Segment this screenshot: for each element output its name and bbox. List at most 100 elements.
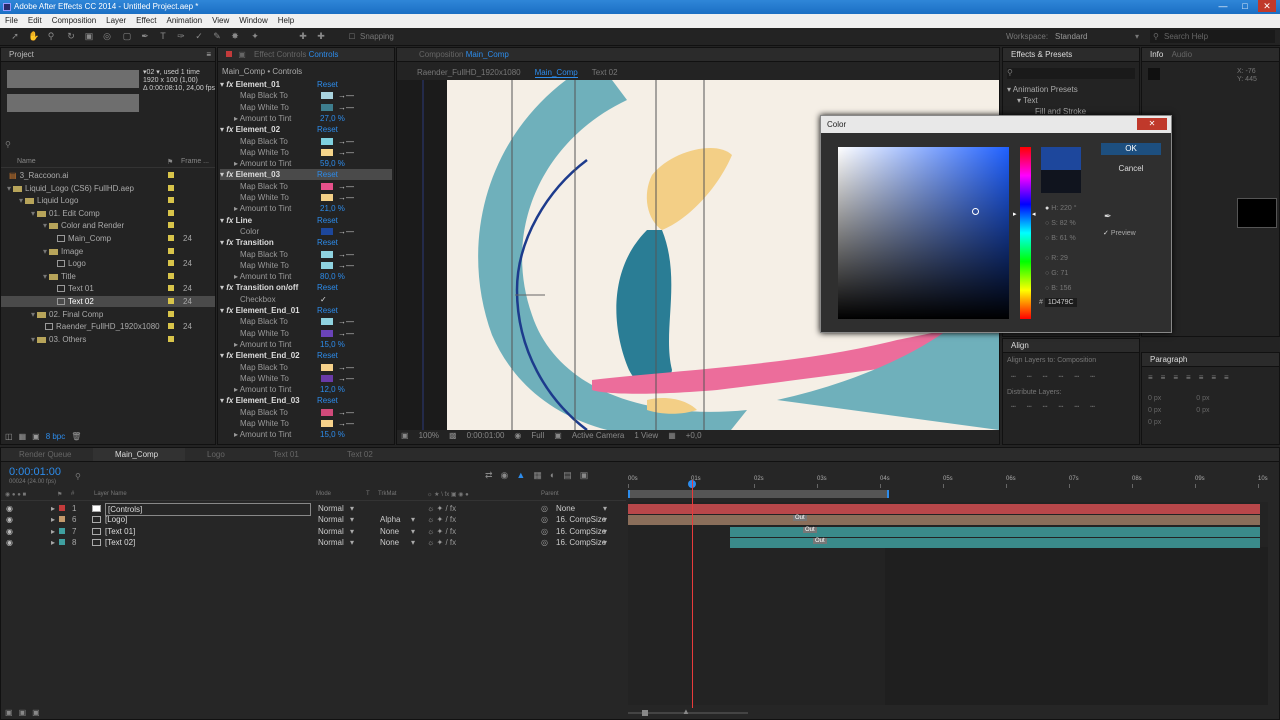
hue-slider[interactable] — [1020, 147, 1031, 319]
chevron-down-icon[interactable]: ▾ — [603, 537, 607, 548]
effect-row[interactable]: ▾ fx Line Reset — [220, 215, 392, 226]
justify-left-icon[interactable]: ≡ — [1186, 373, 1191, 382]
workspace-chevron-icon[interactable]: ▾ — [1135, 32, 1139, 41]
chevron-down-icon[interactable]: ▾ — [603, 503, 607, 514]
search-help-input[interactable]: ⚲ Search Help — [1150, 30, 1275, 43]
indent-right-value[interactable]: 0 px — [1196, 395, 1209, 402]
graph-editor-icon[interactable]: ▤ — [563, 470, 572, 481]
character-color-swatch[interactable] — [1237, 198, 1277, 228]
property-value[interactable]: 15,0 % — [320, 429, 345, 440]
selection-tool-icon[interactable]: ➚ — [10, 31, 20, 41]
reset-button[interactable]: Reset — [317, 350, 338, 361]
distribute-left-icon[interactable]: ┄ — [1058, 402, 1063, 411]
blend-mode-dropdown[interactable]: Normal — [318, 537, 344, 548]
clone-tool-icon[interactable]: ✓ — [194, 31, 204, 41]
project-item[interactable]: ▾ Color and Render — [1, 220, 215, 231]
draft-3d-icon[interactable]: ◉ — [501, 470, 509, 481]
reset-button[interactable]: Reset — [317, 305, 338, 316]
align-text-left-icon[interactable]: ≡ — [1148, 373, 1153, 382]
eyedropper-icon[interactable]: →— — [338, 181, 354, 192]
reset-button[interactable]: Reset — [317, 169, 338, 180]
label-color-swatch[interactable] — [168, 247, 174, 254]
zoom-slider[interactable]: ▲ — [628, 707, 828, 716]
fx-badge[interactable]: fx — [226, 216, 235, 225]
disclosure-triangle-icon[interactable]: ▸ — [51, 526, 55, 537]
eraser-tool-icon[interactable]: ✎ — [212, 31, 222, 41]
puppet-tool-icon[interactable]: ✦ — [250, 31, 260, 41]
fx-badge[interactable]: fx — [226, 125, 235, 134]
composition-name[interactable]: Main_Comp — [466, 50, 509, 59]
align-tab[interactable]: Align — [1011, 341, 1029, 350]
blend-mode-dropdown[interactable]: Normal — [318, 503, 344, 514]
project-item[interactable]: Raender_FullHD_1920x1080 24 — [1, 321, 215, 332]
fx-badge[interactable]: fx — [226, 283, 235, 292]
justify-right-icon[interactable]: ≡ — [1211, 373, 1216, 382]
toggle-switches-icon[interactable]: ▣ — [5, 708, 13, 717]
pick-whip-icon[interactable]: ◎ — [541, 503, 548, 514]
camera-tool-icon[interactable]: ▣ — [84, 31, 94, 41]
cancel-button[interactable]: Cancel — [1101, 163, 1161, 175]
effect-row[interactable]: ▾ fx Element_01 Reset — [220, 79, 392, 90]
work-area-start-marker[interactable] — [628, 490, 630, 498]
chevron-down-icon[interactable]: ▾ — [350, 503, 354, 514]
project-tab[interactable]: Project — [9, 50, 34, 59]
comp-tab-text02[interactable]: Text 02 — [592, 68, 618, 78]
label-color-swatch[interactable] — [168, 285, 174, 292]
menu-effect[interactable]: Effect — [136, 14, 156, 28]
maximize-button[interactable]: □ — [1236, 0, 1254, 12]
project-col-name[interactable]: Name — [17, 158, 36, 165]
eyedropper-icon[interactable]: →— — [338, 407, 354, 418]
preview-checkbox[interactable]: ✓ — [1103, 230, 1109, 237]
layer-name[interactable]: [Logo] — [105, 514, 311, 525]
color-swatch[interactable] — [321, 194, 333, 201]
color-swatch[interactable] — [321, 408, 333, 416]
color-swatch[interactable] — [321, 137, 333, 145]
project-item[interactable]: ▾ Image — [1, 246, 215, 257]
layer-switches[interactable]: ☼ ✦ / fx — [427, 514, 456, 525]
align-to-dropdown[interactable]: Composition — [1057, 357, 1096, 364]
trash-icon[interactable]: 🗑 — [71, 432, 81, 444]
label-color-swatch[interactable] — [168, 260, 174, 267]
effect-controls-tab[interactable]: Effect Controls — [254, 50, 306, 59]
tab-logo[interactable]: Logo — [185, 448, 259, 461]
effect-row[interactable]: ▾ fx Element_02 Reset — [220, 124, 392, 135]
text-presets-item[interactable]: ▾ Text — [1007, 95, 1086, 106]
align-vcenter-icon[interactable]: ┄ — [1074, 372, 1079, 381]
color-swatch[interactable] — [321, 103, 333, 111]
pick-whip-icon[interactable]: ◎ — [541, 537, 548, 548]
parent-dropdown[interactable]: 16. CompSize — [556, 537, 606, 548]
eye-icon[interactable]: ◉ — [6, 514, 13, 525]
comp-footer-grid-icon[interactable]: ▣ — [401, 431, 409, 440]
align-hcenter-icon[interactable]: ┄ — [1027, 372, 1032, 381]
effect-row[interactable]: ▾ fx Transition on/off Reset — [220, 282, 392, 293]
zoom-tool-icon[interactable]: ⚲ — [46, 31, 56, 41]
camera-dropdown[interactable]: Active Camera — [572, 431, 624, 440]
color-cursor[interactable] — [972, 208, 979, 215]
project-item[interactable]: ▾ Title — [1, 271, 215, 282]
pen-tool-icon[interactable]: ✒ — [140, 31, 150, 41]
indent-left-value[interactable]: 0 px — [1148, 395, 1161, 402]
menu-animation[interactable]: Animation — [166, 14, 202, 28]
panel-menu-icon[interactable]: ≡ — [206, 48, 211, 61]
eyedropper-icon[interactable]: →— — [338, 147, 354, 158]
lock-icon[interactable]: ▣ — [238, 50, 246, 59]
layer-duration-bar[interactable] — [730, 537, 1260, 548]
align-top-icon[interactable]: ┄ — [1058, 372, 1063, 381]
effects-search-input[interactable]: ⚲ — [1007, 68, 1135, 79]
disclosure-triangle-icon[interactable]: ▾ — [43, 247, 47, 256]
eyedropper-icon[interactable]: →— — [338, 260, 354, 271]
property-value[interactable]: 15,0 % — [320, 339, 345, 350]
eye-icon[interactable]: ◉ — [6, 537, 13, 548]
tab-render-queue[interactable]: Render Queue — [1, 448, 93, 461]
info-tab[interactable]: Info — [1150, 50, 1163, 59]
pick-whip-icon[interactable]: ◎ — [541, 526, 548, 537]
tab-text02[interactable]: Text 02 — [333, 448, 407, 461]
layer-switches[interactable]: ☼ ✦ / fx — [427, 537, 456, 548]
align-right-icon[interactable]: ┄ — [1043, 372, 1048, 381]
project-item[interactable]: Text 01 24 — [1, 283, 215, 294]
audio-tab[interactable]: Audio — [1172, 50, 1192, 59]
chevron-down-icon[interactable]: ▾ — [603, 514, 607, 525]
comp-tab-render[interactable]: Raender_FullHD_1920x1080 — [417, 68, 521, 78]
hue-value[interactable]: H: 220 ° — [1051, 205, 1076, 212]
label-color-swatch[interactable] — [168, 209, 174, 216]
